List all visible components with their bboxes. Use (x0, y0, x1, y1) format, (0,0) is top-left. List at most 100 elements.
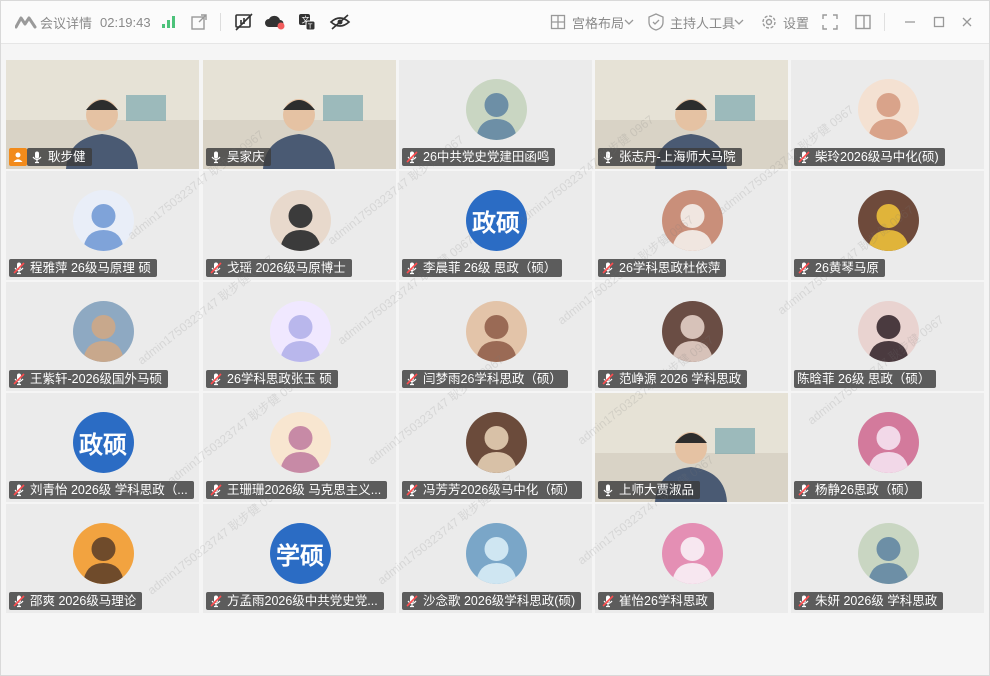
participant-tile[interactable]: 范峥源 2026 学科思政 (595, 282, 788, 391)
gear-icon[interactable] (760, 1, 778, 43)
participant-label: 朱妍 2026级 学科思政 (794, 592, 944, 610)
participant-tile[interactable]: 26中共党史党建田函鸣 (399, 60, 592, 169)
meeting-timer: 02:19:43 (100, 14, 151, 30)
participant-label: 陈晗菲 26级 思政（硕） (794, 370, 937, 388)
maximize-icon[interactable] (933, 1, 945, 43)
participant-tile[interactable]: 朱妍 2026级 学科思政 (791, 504, 984, 613)
share-link-icon[interactable] (190, 1, 208, 43)
fullscreen-icon[interactable] (822, 1, 838, 43)
participant-label: 方孟雨2026级中共党史党... (206, 592, 384, 610)
mic-muted-icon (210, 595, 222, 608)
hide-video-icon[interactable] (329, 1, 351, 43)
mic-muted-icon (798, 484, 810, 497)
chevron-down-icon[interactable] (734, 1, 744, 43)
participant-label: 闫梦雨26学科思政（硕） (402, 370, 568, 388)
avatar (465, 300, 527, 362)
avatar: 政硕 (72, 411, 134, 473)
divider (884, 13, 885, 31)
participant-tile[interactable]: 闫梦雨26学科思政（硕） (399, 282, 592, 391)
participant-name: 王紫轩-2026级国外马硕 (30, 372, 162, 386)
participant-tile[interactable]: 冯芳芳2026级马中化（硕） (399, 393, 592, 502)
mic-muted-icon (602, 262, 614, 275)
participant-name: 耿步健 (48, 150, 86, 164)
avatar (465, 522, 527, 584)
participant-tile[interactable]: 张志丹-上海师大马院 (595, 60, 788, 169)
avatar (857, 522, 919, 584)
mic-icon (603, 151, 613, 164)
participant-name: 冯芳芳2026级马中化（硕） (423, 483, 576, 497)
participant-tile[interactable]: 政硕李晨菲 26级 思政（硕） (399, 171, 592, 280)
participant-tile[interactable]: 上师大贾淑品 (595, 393, 788, 502)
chevron-down-icon[interactable] (624, 1, 634, 43)
participant-label: 王珊珊2026级 马克思主义... (206, 481, 388, 499)
participant-tile[interactable]: 王紫轩-2026级国外马硕 (6, 282, 199, 391)
participant-tile[interactable]: 崔怡26学科思政 (595, 504, 788, 613)
participant-tile[interactable]: 26学科思政杜依萍 (595, 171, 788, 280)
participant-tile[interactable]: 26黄琴马原 (791, 171, 984, 280)
participant-tile[interactable]: 学硕 方孟雨2026级中共党史党... (203, 504, 396, 613)
avatar: 政硕 (465, 189, 527, 251)
mute-all-icon[interactable] (234, 1, 254, 43)
participant-name: 张志丹-上海师大马院 (619, 150, 736, 164)
participant-tile[interactable]: 程雅萍 26级马原理 硕 (6, 171, 199, 280)
meeting-details-button[interactable]: 会议详情 (40, 1, 92, 43)
participant-label: 26黄琴马原 (794, 259, 885, 277)
mic-icon (211, 151, 221, 164)
participant-name: 26中共党史党建田函鸣 (423, 150, 550, 164)
participant-tile[interactable]: 26学科思政张玉 硕 (203, 282, 396, 391)
participant-tile[interactable]: 戈瑶 2026级马原博士 (203, 171, 396, 280)
participant-label: 程雅萍 26级马原理 硕 (9, 259, 157, 277)
participant-name: 刘青怡 2026级 学科思政（... (30, 483, 188, 497)
mic-muted-icon (210, 262, 222, 275)
participant-tile[interactable]: 沙念歌 2026级学科思政(硕) (399, 504, 592, 613)
participant-tile[interactable]: 王珊珊2026级 马克思主义... (203, 393, 396, 502)
meeting-window: 会议详情 02:19:43 文T 宫格布局 主持人工具 设置 耿步健 吴家庆 2… (0, 0, 990, 676)
participant-tile[interactable]: 耿步健 (6, 60, 199, 169)
participant-tile[interactable]: 邵爽 2026级马理论 (6, 504, 199, 613)
shield-icon[interactable] (648, 1, 664, 43)
mic-muted-icon (13, 262, 25, 275)
host-tools-button[interactable]: 主持人工具 (670, 1, 735, 43)
host-user-icon (9, 148, 27, 166)
mic-muted-icon (602, 595, 614, 608)
app-logo (15, 1, 37, 43)
participant-tile[interactable]: 陈晗菲 26级 思政（硕） (791, 282, 984, 391)
avatar (857, 411, 919, 473)
settings-button[interactable]: 设置 (783, 1, 809, 43)
participant-label: 邵爽 2026级马理论 (9, 592, 143, 610)
mic-icon (32, 151, 42, 164)
avatar (269, 189, 331, 251)
minimize-icon[interactable] (904, 1, 916, 43)
participant-name: 杨静26思政（硕） (815, 483, 917, 497)
avatar (857, 189, 919, 251)
participant-tile[interactable]: 政硕刘青怡 2026级 学科思政（... (6, 393, 199, 502)
participant-name: 王珊珊2026级 马克思主义... (227, 483, 382, 497)
participant-name: 崔怡26学科思政 (619, 594, 708, 608)
participant-tile[interactable]: 吴家庆 (203, 60, 396, 169)
participant-tile[interactable]: 杨静26思政（硕） (791, 393, 984, 502)
participant-label: 沙念歌 2026级学科思政(硕) (402, 592, 582, 610)
participant-label: 崔怡26学科思政 (598, 592, 714, 610)
avatar (269, 300, 331, 362)
cloud-record-icon[interactable] (264, 1, 286, 43)
avatar (72, 522, 134, 584)
participant-label: 26学科思政张玉 硕 (206, 370, 338, 388)
mic-muted-icon (602, 373, 614, 386)
layout-button[interactable]: 宫格布局 (572, 1, 624, 43)
close-icon[interactable] (961, 1, 973, 43)
participant-label: 李晨菲 26级 思政（硕） (402, 259, 563, 277)
participant-name: 柴玲2026级马中化(硕) (815, 150, 939, 164)
mic-muted-icon (798, 262, 810, 275)
mic-muted-icon (406, 595, 418, 608)
avatar (465, 411, 527, 473)
participant-label: 冯芳芳2026级马中化（硕） (402, 481, 582, 499)
transcribe-icon[interactable]: 文T (297, 1, 317, 43)
participant-label: 吴家庆 (206, 148, 271, 166)
avatar (857, 300, 919, 362)
avatar (661, 189, 723, 251)
grid-layout-icon[interactable] (550, 1, 566, 43)
participant-name: 范峥源 2026 学科思政 (619, 372, 742, 386)
avatar (465, 78, 527, 140)
sidebar-toggle-icon[interactable] (855, 1, 871, 43)
participant-tile[interactable]: 柴玲2026级马中化(硕) (791, 60, 984, 169)
